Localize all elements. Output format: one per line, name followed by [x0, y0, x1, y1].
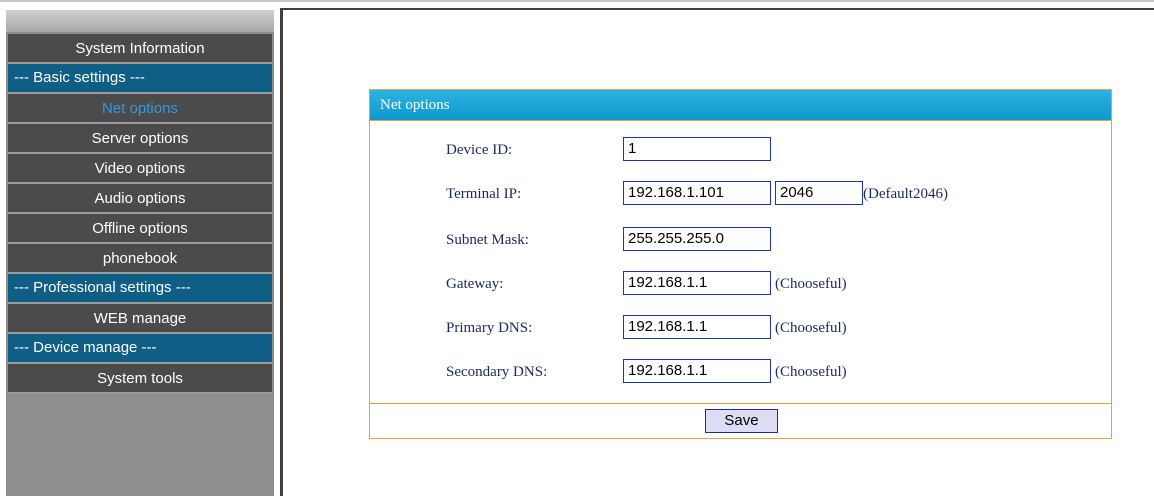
sidebar-item-phonebook[interactable]: phonebook — [8, 244, 272, 274]
gateway-input[interactable]: 192.168.1.1 — [623, 271, 771, 295]
terminal-port-hint: (Default2046) — [863, 186, 948, 202]
sidebar-item-offline-options[interactable]: Offline options — [8, 214, 272, 244]
device-id-input[interactable]: 1 — [623, 137, 771, 161]
terminal-ip-input[interactable]: 192.168.1.101 — [623, 181, 771, 205]
terminal-ip-label: Terminal IP: — [446, 186, 522, 202]
subnet-mask-label: Subnet Mask: — [446, 232, 529, 248]
sidebar-top-strip — [6, 10, 274, 32]
frame-top-border — [280, 8, 1154, 10]
primary-dns-input[interactable]: 192.168.1.1 — [623, 315, 771, 339]
terminal-port-input[interactable]: 2046 — [775, 181, 863, 205]
sidebar-header-device-manage: --- Device manage --- — [8, 334, 272, 364]
secondary-dns-label: Secondary DNS: — [446, 364, 548, 380]
primary-dns-row: Primary DNS: 192.168.1.1 (Chooseful) — [370, 315, 1111, 341]
primary-dns-label: Primary DNS: — [446, 320, 533, 336]
sidebar-item-web-manage[interactable]: WEB manage — [8, 304, 272, 334]
gateway-label: Gateway: — [446, 276, 504, 292]
net-options-panel: Net options Device ID: 1 Terminal IP: 19… — [369, 89, 1112, 439]
secondary-dns-row: Secondary DNS: 192.168.1.1 (Chooseful) — [370, 359, 1111, 385]
top-border — [0, 0, 1154, 2]
terminal-ip-row: Terminal IP: 192.168.1.101 2046 (Default… — [370, 181, 1111, 207]
frame-divider[interactable] — [280, 8, 283, 496]
save-button[interactable]: Save — [705, 409, 778, 433]
sidebar-item-system-information[interactable]: System Information — [8, 34, 272, 64]
sidebar-menu: System Information --- Basic settings --… — [8, 34, 272, 394]
device-id-label: Device ID: — [446, 142, 513, 158]
sidebar-item-server-options[interactable]: Server options — [8, 124, 272, 154]
sidebar: System Information --- Basic settings --… — [6, 10, 274, 496]
primary-dns-hint: (Chooseful) — [775, 320, 847, 336]
gateway-row: Gateway: 192.168.1.1 (Chooseful) — [370, 271, 1111, 297]
secondary-dns-input[interactable]: 192.168.1.1 — [623, 359, 771, 383]
sidebar-header-professional-settings: --- Professional settings --- — [8, 274, 272, 304]
subnet-mask-input[interactable]: 255.255.255.0 — [623, 227, 771, 251]
secondary-dns-hint: (Chooseful) — [775, 364, 847, 380]
sidebar-header-basic-settings: --- Basic settings --- — [8, 64, 272, 94]
subnet-mask-row: Subnet Mask: 255.255.255.0 — [370, 227, 1111, 253]
panel-footer-divider — [370, 403, 1111, 404]
gateway-hint: (Chooseful) — [775, 276, 847, 292]
sidebar-item-audio-options[interactable]: Audio options — [8, 184, 272, 214]
device-id-row: Device ID: 1 — [370, 137, 1111, 163]
panel-title: Net options — [370, 90, 1111, 121]
sidebar-item-net-options[interactable]: Net options — [8, 94, 272, 124]
sidebar-item-video-options[interactable]: Video options — [8, 154, 272, 184]
sidebar-item-system-tools[interactable]: System tools — [8, 364, 272, 394]
